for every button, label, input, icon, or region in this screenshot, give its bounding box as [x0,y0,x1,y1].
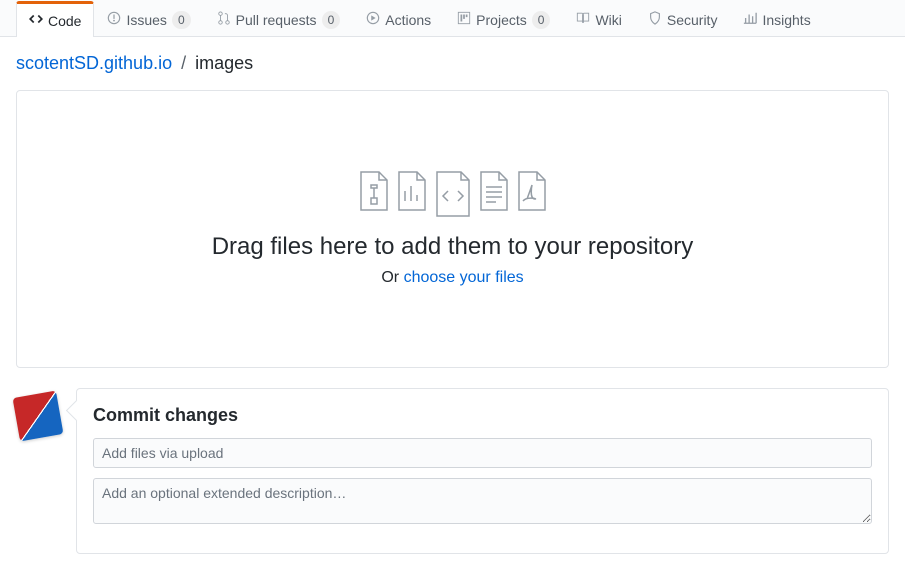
issue-icon [107,11,121,28]
tab-label: Insights [762,12,810,28]
book-icon [576,11,590,28]
code-icon [29,12,43,29]
graph-icon [743,11,757,28]
chart-file-icon [396,171,428,211]
upload-dropzone[interactable]: Drag files here to add them to your repo… [16,90,889,368]
repo-tabs: Code Issues 0 Pull requests 0 Actions Pr… [0,0,905,37]
commit-summary-input[interactable] [93,438,872,468]
tab-insights[interactable]: Insights [730,1,823,37]
breadcrumb: scotentSD.github.io / images [16,53,889,74]
shield-icon [648,11,662,28]
pdf-file-icon [516,171,548,211]
tab-label: Projects [476,12,527,28]
pull-request-icon [217,11,231,28]
tab-counter: 0 [532,11,551,29]
tab-pull-requests[interactable]: Pull requests 0 [204,1,354,37]
tab-issues[interactable]: Issues 0 [94,1,203,37]
tab-code[interactable]: Code [16,1,94,37]
tab-wiki[interactable]: Wiki [563,1,634,37]
tab-projects[interactable]: Projects 0 [444,1,563,37]
tab-counter: 0 [322,11,341,29]
code-file-icon [434,171,472,217]
tab-label: Code [48,13,81,29]
user-avatar [13,391,64,442]
project-icon [457,11,471,28]
tab-label: Issues [126,12,166,28]
tab-label: Security [667,12,718,28]
tab-security[interactable]: Security [635,1,731,37]
choose-files-link[interactable]: choose your files [404,269,524,286]
zip-file-icon [358,171,390,211]
breadcrumb-separator: / [177,53,190,73]
text-file-icon [478,171,510,211]
file-type-icons [37,171,868,217]
breadcrumb-repo-link[interactable]: scotentSD.github.io [16,53,172,73]
breadcrumb-folder: images [195,53,253,73]
commit-heading: Commit changes [93,405,872,426]
dropzone-subtitle: Or choose your files [37,269,868,287]
tab-label: Actions [385,12,431,28]
tab-counter: 0 [172,11,191,29]
tab-label: Pull requests [236,12,317,28]
commit-description-input[interactable] [93,478,872,524]
dropzone-title: Drag files here to add them to your repo… [37,233,868,261]
tab-label: Wiki [595,12,621,28]
tab-actions[interactable]: Actions [353,1,444,37]
commit-form: Commit changes [76,388,889,554]
play-icon [366,11,380,28]
